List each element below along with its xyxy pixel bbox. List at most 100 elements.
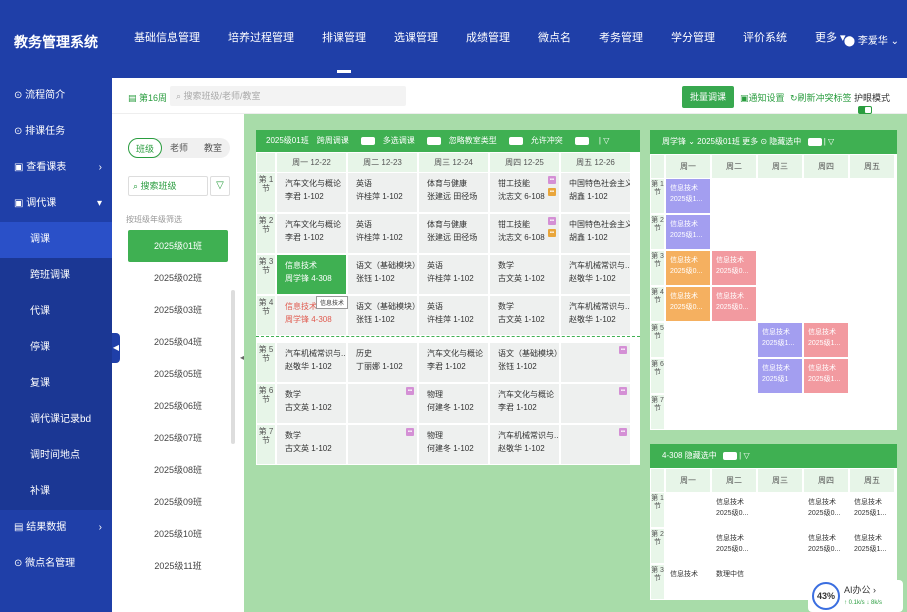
- filter-icon[interactable]: ▽: [210, 176, 230, 196]
- nav-item[interactable]: 微点名: [524, 30, 585, 60]
- course-cell[interactable]: 信息技术 2025级1...: [665, 214, 711, 250]
- class-item[interactable]: 2025级10班: [128, 518, 228, 550]
- course-cell[interactable]: 汽车机械常识与... 赵敬华 1-102: [489, 424, 560, 465]
- nav-item[interactable]: 评价系统: [729, 30, 801, 60]
- course-cell[interactable]: [849, 250, 895, 286]
- course-cell[interactable]: 数学 古文英 1-102: [276, 383, 347, 424]
- course-cell[interactable]: [849, 322, 895, 358]
- sidebar-item[interactable]: ⊙ 排课任务: [0, 114, 112, 150]
- course-cell[interactable]: 汽车文化与概论 李君 1-102: [418, 342, 489, 383]
- course-cell[interactable]: [711, 394, 757, 430]
- course-cell[interactable]: 信息技术 2025级0...: [803, 528, 849, 564]
- course-cell[interactable]: 汽车文化与概论 李君 1-102: [489, 383, 560, 424]
- course-cell[interactable]: 数学 古文英 1-102: [489, 295, 560, 336]
- course-cell[interactable]: 语文（基础模块） 张钰 1-102: [489, 342, 560, 383]
- sidebar-item[interactable]: 调课: [0, 222, 112, 258]
- class-list-scrollbar[interactable]: [231, 290, 235, 444]
- course-cell[interactable]: [711, 178, 757, 214]
- course-cell[interactable]: 信息技术 2025级0...: [711, 286, 757, 322]
- course-cell[interactable]: [803, 178, 849, 214]
- sidebar-item[interactable]: 停课: [0, 330, 112, 366]
- class-item[interactable]: 2025级04班: [128, 326, 228, 358]
- course-cell[interactable]: [849, 394, 895, 430]
- toggle-switch[interactable]: [722, 451, 737, 460]
- course-cell[interactable]: ▪▪: [560, 383, 631, 424]
- course-cell[interactable]: [849, 358, 895, 394]
- course-cell[interactable]: 信息技术 2025级0...: [711, 492, 757, 528]
- course-cell[interactable]: 中国特色社会主义 胡鑫 1-102: [560, 213, 631, 254]
- tab-1[interactable]: 老师: [162, 138, 196, 158]
- course-cell[interactable]: 汽车机械常识与... 赵敬华 1-102: [276, 342, 347, 383]
- header-item[interactable]: 隐藏选中: [685, 451, 717, 460]
- course-cell[interactable]: [711, 322, 757, 358]
- sidebar-item[interactable]: ▣ 调代课 ▾: [0, 186, 112, 222]
- course-cell[interactable]: [849, 286, 895, 322]
- nav-item[interactable]: 选课管理: [380, 30, 452, 60]
- nav-item[interactable]: 培养过程管理: [214, 30, 308, 60]
- eye-mode-toggle[interactable]: 护眼模式: [854, 91, 907, 114]
- course-cell[interactable]: [665, 492, 711, 528]
- course-cell[interactable]: [757, 214, 803, 250]
- course-cell[interactable]: 信息技术 2025级1...: [665, 178, 711, 214]
- header-item[interactable]: 2025级01班: [697, 137, 740, 146]
- course-cell[interactable]: 数学 古文英 1-102: [276, 424, 347, 465]
- course-cell[interactable]: [711, 214, 757, 250]
- course-cell[interactable]: 信息技术 2025级1: [757, 358, 803, 394]
- class-search-input[interactable]: ⌕ 搜索班级: [128, 176, 208, 196]
- course-cell[interactable]: [757, 528, 803, 564]
- course-cell[interactable]: 英语 许桂萍 1-102: [418, 254, 489, 295]
- course-cell[interactable]: 语文（基础模块） 张钰 1-102: [347, 254, 418, 295]
- class-item[interactable]: 2025级03班: [128, 294, 228, 326]
- nav-item[interactable]: 学分管理: [657, 30, 729, 60]
- course-cell[interactable]: [803, 250, 849, 286]
- course-cell[interactable]: 钳工技能 沈志文 6-108 ▪▪ ▪▪: [489, 213, 560, 254]
- course-cell[interactable]: ▪▪: [347, 424, 418, 465]
- ai-office-link[interactable]: AI办公 ›: [844, 583, 876, 596]
- course-cell[interactable]: 信息技术 2025级0...: [665, 286, 711, 322]
- course-cell[interactable]: 信息技术 2025级1...: [849, 528, 895, 564]
- course-cell[interactable]: 信息技术 2025级0...: [711, 528, 757, 564]
- schedule-header-item[interactable]: 多选调课: [383, 136, 415, 145]
- course-cell[interactable]: 信息技术 2025级1...: [849, 492, 895, 528]
- course-cell[interactable]: [757, 564, 803, 600]
- course-cell[interactable]: 体育与健康 张建远 田径场: [418, 172, 489, 213]
- filter-icon[interactable]: | ▽: [597, 136, 609, 145]
- search-input[interactable]: ⌕ 搜索班级/老师/教室: [170, 86, 406, 106]
- week-selector[interactable]: ▤ 第16周: [128, 91, 167, 104]
- course-cell[interactable]: [665, 322, 711, 358]
- sidebar-item[interactable]: 代课: [0, 294, 112, 330]
- course-cell[interactable]: 钳工技能 沈志文 6-108 ▪▪ ▪▪: [489, 172, 560, 213]
- sidebar-item[interactable]: ▤ 结果数据 ›: [0, 510, 112, 546]
- course-cell[interactable]: 信息技术: [665, 564, 711, 600]
- toggle-switch[interactable]: [360, 136, 375, 145]
- course-cell[interactable]: 汽车文化与概论 李君 1-102: [276, 172, 347, 213]
- toggle-switch[interactable]: [574, 136, 589, 145]
- course-cell[interactable]: ▪▪: [560, 424, 631, 465]
- course-cell[interactable]: [849, 214, 895, 250]
- toggle-switch[interactable]: [426, 136, 441, 145]
- course-cell[interactable]: ▪▪: [560, 342, 631, 383]
- filter-icon[interactable]: | ▽: [822, 137, 834, 146]
- schedule-header-item[interactable]: 忽略教室类型: [449, 136, 497, 145]
- status-widget[interactable]: 43% AI办公 › ↑ 0.1k/s ↓ 8k/s: [808, 580, 903, 612]
- sidebar-item[interactable]: ⊙ 微点名管理: [0, 546, 112, 582]
- course-cell[interactable]: 信息技术 2025级0...: [665, 250, 711, 286]
- course-cell[interactable]: 体育与健康 张建远 田径场: [418, 213, 489, 254]
- course-cell[interactable]: 数学 古文英 1-102: [489, 254, 560, 295]
- course-cell[interactable]: 信息技术 2025级0...: [803, 492, 849, 528]
- nav-item[interactable]: 排课管理: [308, 30, 380, 73]
- course-cell[interactable]: 历史 丁丽娜 1-102: [347, 342, 418, 383]
- class-item[interactable]: 2025级07班: [128, 422, 228, 454]
- user-menu[interactable]: ⬤ 李爱华 ⌄: [844, 32, 899, 47]
- notice-settings-link[interactable]: ▣通知设置: [740, 91, 785, 104]
- header-item[interactable]: 更多 ⊙: [742, 137, 767, 146]
- course-cell[interactable]: [757, 178, 803, 214]
- course-cell[interactable]: [711, 358, 757, 394]
- sidebar-item[interactable]: 调时间地点: [0, 438, 112, 474]
- course-cell[interactable]: [803, 214, 849, 250]
- header-item[interactable]: 隐藏选中: [769, 137, 801, 146]
- sidebar-item[interactable]: 复课: [0, 366, 112, 402]
- batch-adjust-button[interactable]: 批量调课: [682, 86, 735, 108]
- sidebar-item[interactable]: ▣ 查看课表 ›: [0, 150, 112, 186]
- course-cell[interactable]: [665, 358, 711, 394]
